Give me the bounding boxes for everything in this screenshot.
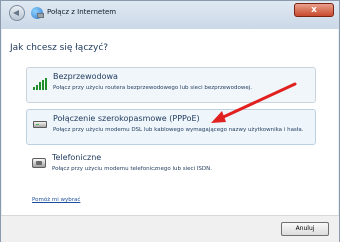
connect-dialog: Połącz z Internetem x Jak chcesz się łąc… (0, 0, 340, 242)
annotation-arrow (211, 82, 297, 123)
